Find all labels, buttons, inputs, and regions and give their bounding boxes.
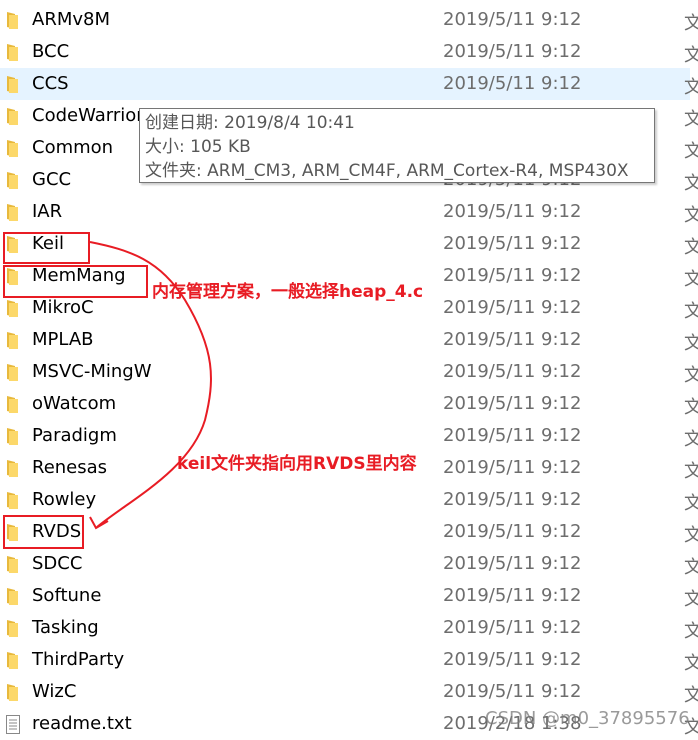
watermark: CSDN @m0_37895576 bbox=[485, 708, 690, 729]
arrow-keil-to-rvds bbox=[89, 241, 212, 530]
keil-note: keil文件夹指向用RVDS里内容 bbox=[177, 454, 417, 474]
memmang-note: 内存管理方案，一般选择heap_4.c bbox=[152, 282, 424, 302]
